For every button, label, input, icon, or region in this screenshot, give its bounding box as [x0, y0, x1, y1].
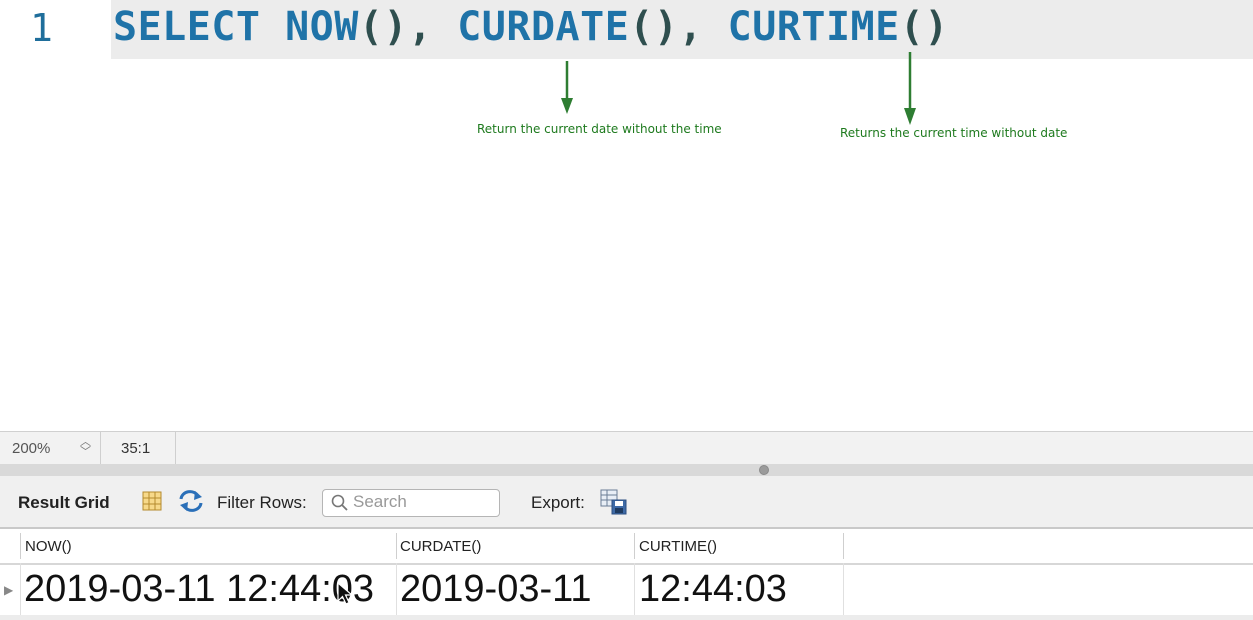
refresh-icon[interactable] — [178, 490, 204, 517]
column-header-curtime[interactable]: CURTIME() — [635, 529, 843, 563]
cell-curdate[interactable]: 2019-03-11 — [400, 568, 592, 611]
cursor-position: 35:1 — [101, 432, 176, 464]
annotation-arrows — [561, 52, 916, 125]
filter-search-input[interactable] — [353, 493, 493, 511]
column-header-label: CURDATE() — [400, 538, 482, 555]
search-icon — [331, 494, 349, 517]
sql-editor[interactable]: 1 SELECT NOW(), CURDATE(), CURTIME() Ret… — [0, 0, 1253, 431]
cursor-position-value: 35:1 — [121, 440, 151, 457]
export-icon[interactable] — [600, 488, 628, 521]
filter-search-box[interactable] — [322, 489, 500, 517]
column-header-curdate[interactable]: CURDATE() — [396, 529, 634, 563]
cell-now[interactable]: 2019-03-11 12:44:03 — [24, 568, 374, 611]
cell-curtime[interactable]: 12:44:03 — [639, 568, 787, 611]
cell-separator — [20, 563, 21, 618]
cell-separator — [396, 563, 397, 618]
row-marker-icon: ▶ — [4, 583, 14, 597]
column-separator[interactable] — [843, 533, 844, 559]
column-header-now[interactable]: NOW() — [21, 529, 396, 563]
grid-columns-icon[interactable] — [142, 491, 162, 516]
table-row[interactable]: ▶ 2019-03-11 12:44:03 2019-03-11 12:44:0… — [0, 563, 1253, 618]
stepper-arrows-icon[interactable]: ︿ ﹀ — [80, 437, 91, 458]
export-label: Export: — [531, 493, 585, 512]
result-grid[interactable]: NOW() CURDATE() CURTIME() ▶ 2019-03-11 1… — [0, 529, 1253, 620]
cell-separator — [843, 563, 844, 618]
mouse-pointer-icon — [336, 581, 356, 612]
editor-statusbar: 200% ︿ ﹀ 35:1 — [0, 431, 1253, 465]
curtime-annotation: Returns the current time without date — [840, 126, 1068, 140]
filter-rows-label: Filter Rows: — [217, 493, 307, 512]
grid-header: NOW() CURDATE() CURTIME() — [0, 529, 1253, 565]
splitter-handle[interactable] — [759, 465, 769, 475]
curtime-arrow-head — [904, 108, 916, 125]
pane-splitter[interactable] — [0, 464, 1253, 476]
column-header-label: NOW() — [25, 538, 72, 555]
result-grid-title: Result Grid — [18, 493, 110, 512]
curdate-arrow-head — [561, 98, 573, 114]
zoom-value: 200% — [12, 440, 51, 457]
column-header-label: CURTIME() — [639, 538, 718, 555]
cell-separator — [634, 563, 635, 618]
next-row-stripe — [0, 615, 1253, 620]
result-toolbar: Result Grid Filter Rows: Export: — [0, 476, 1253, 529]
zoom-select[interactable]: 200% ︿ ﹀ — [0, 432, 101, 464]
curdate-annotation: Return the current date without the time — [477, 122, 722, 136]
